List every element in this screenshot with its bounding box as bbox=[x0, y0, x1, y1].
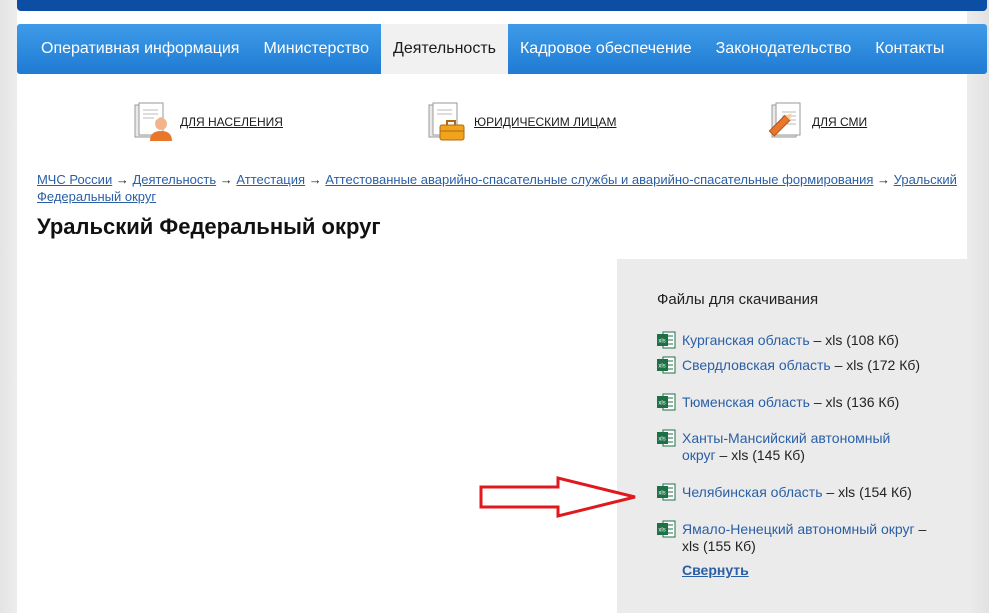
nav-item-legislation[interactable]: Законодательство bbox=[704, 24, 864, 74]
download-item: xls Ямало-Ненецкий автономный округ – xl… bbox=[657, 520, 927, 555]
download-item: xls Тюменская область – xls (136 Кб) bbox=[657, 393, 927, 411]
svg-text:xls: xls bbox=[658, 491, 665, 497]
page-title: Уральский Федеральный округ bbox=[37, 214, 381, 239]
audience-label-legal: ЮРИДИЧЕСКИМ ЛИЦАМ bbox=[474, 115, 617, 129]
breadcrumb-item-activity[interactable]: Деятельность bbox=[132, 172, 216, 187]
audience-link-media[interactable]: ДЛЯ СМИ bbox=[766, 100, 867, 144]
breadcrumb-separator: → bbox=[877, 172, 891, 187]
download-link[interactable]: Челябинская область bbox=[682, 484, 823, 500]
page-background-left bbox=[0, 0, 17, 613]
download-link[interactable]: Курганская область bbox=[682, 332, 810, 348]
main-nav: Оперативная информация Министерство Деят… bbox=[17, 24, 987, 74]
downloads-panel: Файлы для скачивания xls Курганская обла… bbox=[617, 259, 967, 613]
xls-file-icon: xls bbox=[657, 483, 676, 501]
file-meta: – xls (108 Кб) bbox=[813, 332, 899, 348]
download-item: xls Ханты-Мансийский автономный округ – … bbox=[657, 429, 907, 464]
audience-link-population[interactable]: ДЛЯ НАСЕЛЕНИЯ bbox=[134, 100, 283, 144]
audience-label-population: ДЛЯ НАСЕЛЕНИЯ bbox=[180, 115, 283, 129]
file-meta: – xls (145 Кб) bbox=[719, 447, 805, 463]
breadcrumb-item-certified-services[interactable]: Аттестованные аварийно-спасательные служ… bbox=[325, 172, 873, 187]
briefcase-document-icon bbox=[428, 102, 465, 141]
collapse-link[interactable]: Свернуть bbox=[682, 562, 749, 578]
breadcrumb-separator: → bbox=[115, 172, 129, 187]
nav-item-contacts[interactable]: Контакты bbox=[863, 24, 956, 74]
svg-text:xls: xls bbox=[658, 339, 665, 345]
breadcrumb-separator: → bbox=[308, 172, 322, 187]
svg-text:xls: xls bbox=[658, 528, 665, 534]
downloads-title: Файлы для скачивания bbox=[657, 291, 819, 308]
file-meta: – xls (154 Кб) bbox=[826, 484, 912, 500]
page-background-right bbox=[967, 0, 989, 613]
download-link[interactable]: Ямало-Ненецкий автономный округ bbox=[682, 521, 915, 537]
svg-text:xls: xls bbox=[658, 364, 665, 370]
audience-label-media: ДЛЯ СМИ bbox=[812, 115, 868, 129]
svg-text:xls: xls bbox=[658, 401, 665, 407]
nav-item-activity[interactable]: Деятельность bbox=[381, 24, 508, 74]
download-item: xls Свердловская область – xls (172 Кб) bbox=[657, 356, 927, 374]
download-link[interactable]: Тюменская область bbox=[682, 394, 810, 410]
citizen-document-icon bbox=[134, 102, 172, 141]
xls-file-icon: xls bbox=[657, 429, 676, 447]
breadcrumb-separator: → bbox=[219, 172, 233, 187]
red-arrow-annotation bbox=[479, 476, 636, 518]
nav-item-operative-info[interactable]: Оперативная информация bbox=[17, 24, 251, 74]
svg-text:xls: xls bbox=[658, 437, 665, 443]
pencil-document-icon bbox=[768, 102, 801, 138]
file-meta: – xls (172 Кб) bbox=[834, 357, 921, 373]
nav-item-personnel[interactable]: Кадровое обеспечение bbox=[508, 24, 704, 74]
xls-file-icon: xls bbox=[657, 520, 676, 538]
xls-file-icon: xls bbox=[657, 393, 676, 411]
header-strip bbox=[17, 0, 987, 11]
download-link[interactable]: Свердловская область bbox=[682, 357, 831, 373]
audience-link-legal[interactable]: ЮРИДИЧЕСКИМ ЛИЦАМ bbox=[428, 100, 617, 144]
breadcrumb-item-attestation[interactable]: Аттестация bbox=[236, 172, 305, 187]
nav-item-ministry[interactable]: Министерство bbox=[251, 24, 381, 74]
breadcrumb: МЧС России → Деятельность → Аттестация →… bbox=[37, 171, 972, 205]
xls-file-icon: xls bbox=[657, 356, 676, 374]
download-item: xls Курганская область – xls (108 Кб) bbox=[657, 331, 927, 349]
file-meta: – xls (136 Кб) bbox=[813, 394, 900, 410]
breadcrumb-item-mchs[interactable]: МЧС России bbox=[37, 172, 112, 187]
download-item: xls Челябинская область – xls (154 Кб) bbox=[657, 483, 927, 501]
xls-file-icon: xls bbox=[657, 331, 676, 349]
